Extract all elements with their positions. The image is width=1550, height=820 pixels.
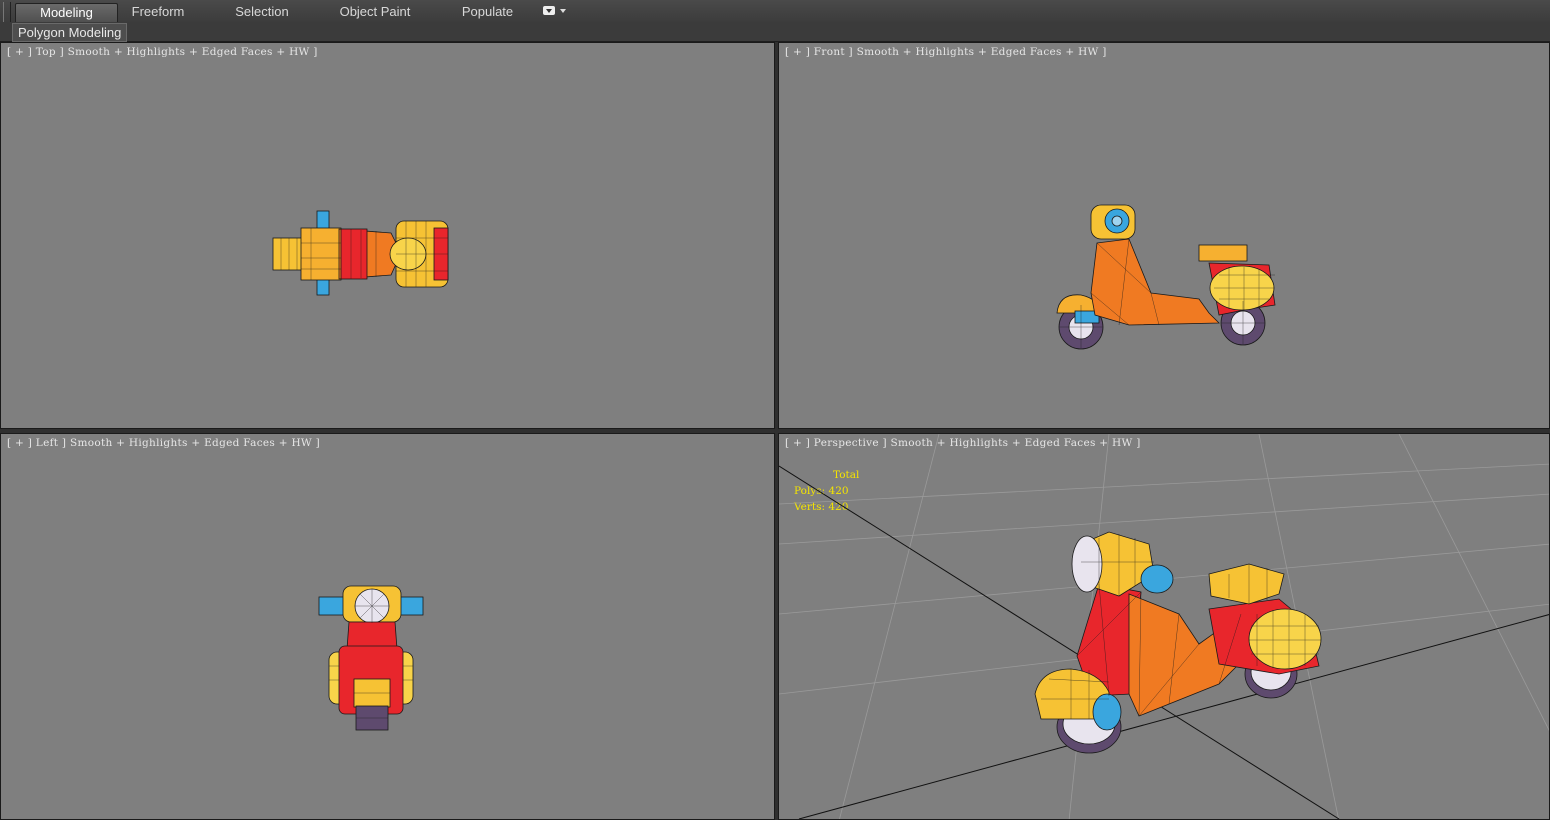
- tab-modeling[interactable]: Modeling: [15, 3, 118, 22]
- chevron-down-icon: [560, 9, 566, 13]
- tab-object-paint[interactable]: Object Paint: [330, 3, 420, 21]
- tab-populate[interactable]: Populate: [450, 3, 525, 21]
- viewport-top[interactable]: [ + ] Top ] Smooth + Highlights + Edged …: [0, 42, 775, 429]
- scooter-top-view: [272, 210, 449, 296]
- scooter-front-view: [1056, 204, 1276, 350]
- ribbon-options-dropdown[interactable]: [543, 5, 569, 17]
- scooter-perspective-view: [779, 434, 1549, 819]
- polygon-modeling-panel-tab[interactable]: Polygon Modeling: [12, 23, 128, 42]
- ribbon-menu-icon: [543, 6, 555, 15]
- tab-selection[interactable]: Selection: [222, 3, 302, 21]
- viewport-perspective[interactable]: [ + ] Perspective ] Smooth + Highlights …: [778, 433, 1550, 820]
- tab-freeform[interactable]: Freeform: [118, 3, 198, 21]
- scooter-left-view: [318, 585, 424, 731]
- ribbon-tab-bar: Modeling Freeform Selection Object Paint…: [0, 0, 1550, 38]
- ribbon-panel-bar: Polygon Modeling: [0, 22, 1550, 42]
- viewport-front[interactable]: [ + ] Front ] Smooth + Highlights + Edge…: [778, 42, 1550, 429]
- viewport-left[interactable]: [ + ] Left ] Smooth + Highlights + Edged…: [0, 433, 775, 820]
